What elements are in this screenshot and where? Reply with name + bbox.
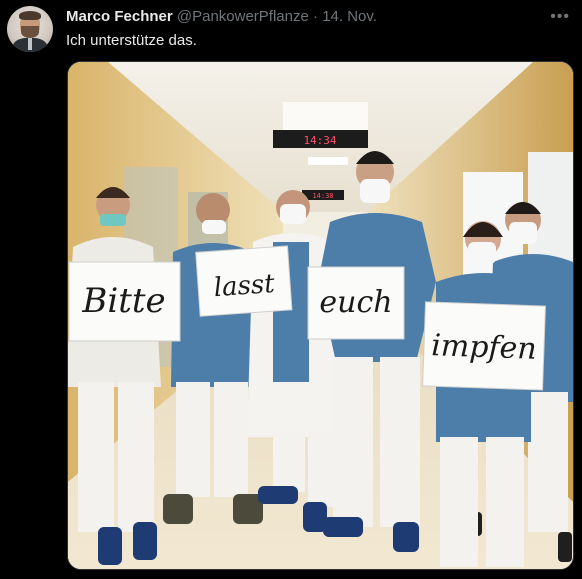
- svg-text:impfen: impfen: [431, 328, 538, 367]
- author-handle[interactable]: @PankowerPflanze: [177, 8, 309, 25]
- more-dots-icon[interactable]: •••: [550, 8, 570, 26]
- clock-main: 14:34: [303, 134, 336, 147]
- hospital-corridor-photo: 14:34 14:38 Bitte lasst euch impfen: [68, 62, 573, 569]
- tweet-header: Marco Fechner @PankowerPflanze · 14. Nov…: [66, 8, 377, 25]
- clock-far: 14:38: [312, 192, 333, 200]
- header-separator: ·: [313, 8, 319, 25]
- tweet-date[interactable]: 14. Nov.: [322, 8, 377, 25]
- tweet-text: Ich unterstütze das.: [66, 32, 197, 49]
- tweet-photo[interactable]: 14:34 14:38 Bitte lasst euch impfen: [67, 61, 574, 570]
- sign-euch: euch: [307, 266, 405, 340]
- sign-bitte: Bitte: [68, 261, 181, 342]
- svg-text:Bitte: Bitte: [81, 281, 165, 321]
- sign-lasst: lasst: [195, 245, 293, 317]
- avatar[interactable]: [7, 6, 53, 52]
- svg-text:lasst: lasst: [213, 269, 276, 303]
- svg-text:euch: euch: [319, 285, 392, 320]
- author-name[interactable]: Marco Fechner: [66, 8, 173, 25]
- sign-impfen: impfen: [422, 301, 546, 391]
